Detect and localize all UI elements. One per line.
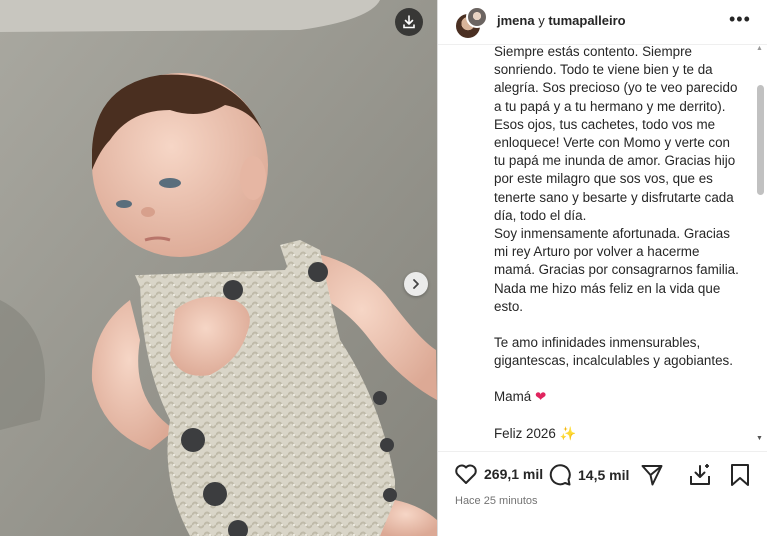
- authors-connector: y: [538, 13, 545, 28]
- post-actions: 269,1 mil 14,5 mil: [454, 463, 754, 489]
- signoff-text: Mamá: [494, 389, 532, 405]
- post-authors: jmena y tumapalleiro: [497, 13, 626, 28]
- like-count[interactable]: 269,1 mil: [484, 466, 543, 482]
- more-options-button[interactable]: •••: [729, 10, 751, 28]
- download-icon: [403, 15, 415, 29]
- scrollbar-thumb[interactable]: [757, 85, 764, 195]
- sparkles-emoji-icon: ✨: [559, 425, 577, 441]
- save-to-collection-button[interactable]: [688, 463, 712, 487]
- post-header: jmena y tumapalleiro •••: [438, 0, 767, 45]
- download-button[interactable]: [395, 8, 423, 36]
- comment-icon: [549, 464, 571, 486]
- save-to-collection-icon: [690, 464, 710, 485]
- avatar[interactable]: [466, 6, 488, 28]
- author-link-tumapalleiro[interactable]: tumapalleiro: [548, 13, 625, 28]
- caption-paragraph: Siempre estás contento. Siempre sonriend…: [494, 45, 738, 223]
- caption-scroll-area[interactable]: Siempre estás contento. Siempre sonriend…: [438, 45, 760, 452]
- scroll-up-arrow-icon[interactable]: ▲: [756, 45, 763, 52]
- actions-divider: [438, 451, 767, 452]
- post-photo[interactable]: [0, 0, 437, 536]
- next-image-button[interactable]: [404, 272, 428, 296]
- caption-text: Siempre estás contento. Siempre sonriend…: [494, 45, 744, 443]
- caption-scrollbar[interactable]: ▲ ▼: [756, 45, 765, 445]
- collab-avatars[interactable]: [452, 6, 488, 40]
- caption-paragraph: Soy inmensamente afortunada. Gracias mi …: [494, 226, 739, 314]
- chevron-right-icon: [413, 279, 419, 289]
- caption-paragraph: Te amo infinidades inmensurables, gigant…: [494, 335, 733, 369]
- heart-emoji-icon: ❤: [534, 389, 547, 405]
- comment-count[interactable]: 14,5 mil: [578, 467, 629, 483]
- share-icon: [641, 465, 663, 486]
- scroll-down-arrow-icon[interactable]: ▼: [756, 435, 763, 442]
- bookmark-button[interactable]: [729, 463, 751, 487]
- comment-button[interactable]: 14,5 mil: [548, 463, 629, 487]
- heart-icon: [455, 464, 477, 484]
- caption-signoff: Mamá ❤: [494, 388, 744, 406]
- share-button[interactable]: [640, 463, 664, 487]
- author-link-jmena[interactable]: jmena: [497, 13, 535, 28]
- bookmark-icon: [731, 464, 749, 486]
- baby-photo-image: [0, 0, 437, 536]
- like-button[interactable]: 269,1 mil: [454, 463, 543, 485]
- post-panel: jmena y tumapalleiro ••• Siempre estás c…: [438, 0, 767, 536]
- caption-newyear: Feliz 2026 ✨: [494, 425, 744, 443]
- newyear-text: Feliz 2026: [494, 425, 556, 441]
- post-timestamp[interactable]: Hace 25 minutos: [455, 495, 538, 507]
